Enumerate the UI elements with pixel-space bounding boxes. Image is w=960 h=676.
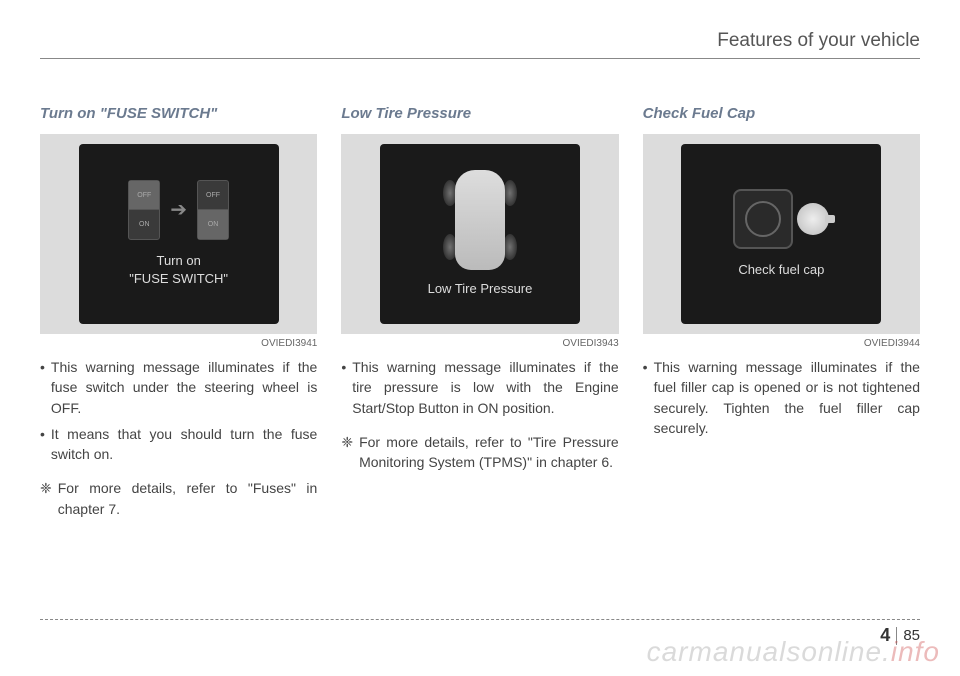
tire-glow-icon (443, 180, 457, 206)
section-header: Features of your vehicle (717, 30, 920, 52)
screen-text: Turn on "FUSE SWITCH" (129, 252, 228, 288)
warning-image-box: Low Tire Pressure (341, 134, 618, 334)
image-code: OVIEDI3941 (40, 338, 317, 349)
bullet-icon: • (643, 357, 648, 438)
tire-glow-icon (503, 234, 517, 260)
warning-image-box: Check fuel cap (643, 134, 920, 334)
car-top-icon (455, 170, 505, 270)
dashboard-screen: OFF ON ➔ OFF ON Turn on "FUSE SWITCH" (79, 144, 279, 324)
watermark-text: carmanualsonline. (647, 636, 891, 667)
switch-off-icon: OFF ON (128, 180, 160, 240)
column-title: Check Fuel Cap (643, 105, 920, 122)
warning-image-box: OFF ON ➔ OFF ON Turn on "FUSE SWITCH" (40, 134, 317, 334)
bullet-icon: • (40, 357, 45, 418)
footer-divider (40, 619, 920, 620)
body-text: • This warning message illuminates if th… (341, 357, 618, 472)
switch-off-label: OFF (129, 181, 159, 211)
column-title: Low Tire Pressure (341, 105, 618, 122)
bullet-item: • It means that you should turn the fuse… (40, 424, 317, 465)
bullet-item: • This warning message illuminates if th… (341, 357, 618, 418)
screen-line2: "FUSE SWITCH" (129, 270, 228, 288)
tire-glow-icon (443, 234, 457, 260)
dashboard-screen: Check fuel cap (681, 144, 881, 324)
switch-off-label: OFF (198, 181, 228, 211)
content-columns: Turn on "FUSE SWITCH" OFF ON ➔ OFF ON Tu… (40, 105, 920, 519)
screen-line1: Turn on (129, 252, 228, 270)
switch-on-label: ON (198, 210, 228, 239)
bullet-text: It means that you should turn the fuse s… (51, 424, 317, 465)
note-text: For more details, refer to "Tire Pressur… (359, 432, 619, 473)
body-text: • This warning message illuminates if th… (643, 357, 920, 444)
fuel-door-icon (733, 189, 793, 249)
note-icon: ❈ (40, 478, 52, 519)
arrow-right-icon: ➔ (170, 197, 187, 222)
tire-glow-icon (503, 180, 517, 206)
watermark: carmanualsonline.info (647, 636, 940, 668)
fuel-cap-icon (797, 203, 829, 235)
bullet-icon: • (341, 357, 346, 418)
bullet-text: This warning message illuminates if the … (654, 357, 920, 438)
note-item: ❈ For more details, refer to "Tire Press… (341, 432, 618, 473)
bullet-icon: • (40, 424, 45, 465)
column-title: Turn on "FUSE SWITCH" (40, 105, 317, 122)
screen-text: Check fuel cap (738, 261, 824, 279)
note-text: For more details, refer to "Fuses" in ch… (58, 478, 318, 519)
bullet-item: • This warning message illuminates if th… (643, 357, 920, 438)
fuel-opening-icon (745, 201, 781, 237)
column-fuel-cap: Check Fuel Cap Check fuel cap OVIEDI3944… (643, 105, 920, 519)
bullet-item: • This warning message illuminates if th… (40, 357, 317, 418)
column-low-tire: Low Tire Pressure Low Tire Pressure OVIE… (341, 105, 618, 519)
bullet-text: This warning message illuminates if the … (51, 357, 317, 418)
body-text: • This warning message illuminates if th… (40, 357, 317, 519)
fuel-cap-graphic (733, 189, 829, 249)
image-code: OVIEDI3943 (341, 338, 618, 349)
fuse-switch-graphic: OFF ON ➔ OFF ON (128, 180, 229, 240)
switch-on-icon: OFF ON (197, 180, 229, 240)
note-item: ❈ For more details, refer to "Fuses" in … (40, 478, 317, 519)
screen-text: Low Tire Pressure (428, 280, 533, 298)
bullet-text: This warning message illuminates if the … (352, 357, 618, 418)
watermark-suffix: info (891, 636, 940, 667)
column-fuse-switch: Turn on "FUSE SWITCH" OFF ON ➔ OFF ON Tu… (40, 105, 317, 519)
note-icon: ❈ (341, 432, 353, 473)
header-divider (40, 58, 920, 59)
image-code: OVIEDI3944 (643, 338, 920, 349)
switch-on-label: ON (129, 210, 159, 239)
dashboard-screen: Low Tire Pressure (380, 144, 580, 324)
